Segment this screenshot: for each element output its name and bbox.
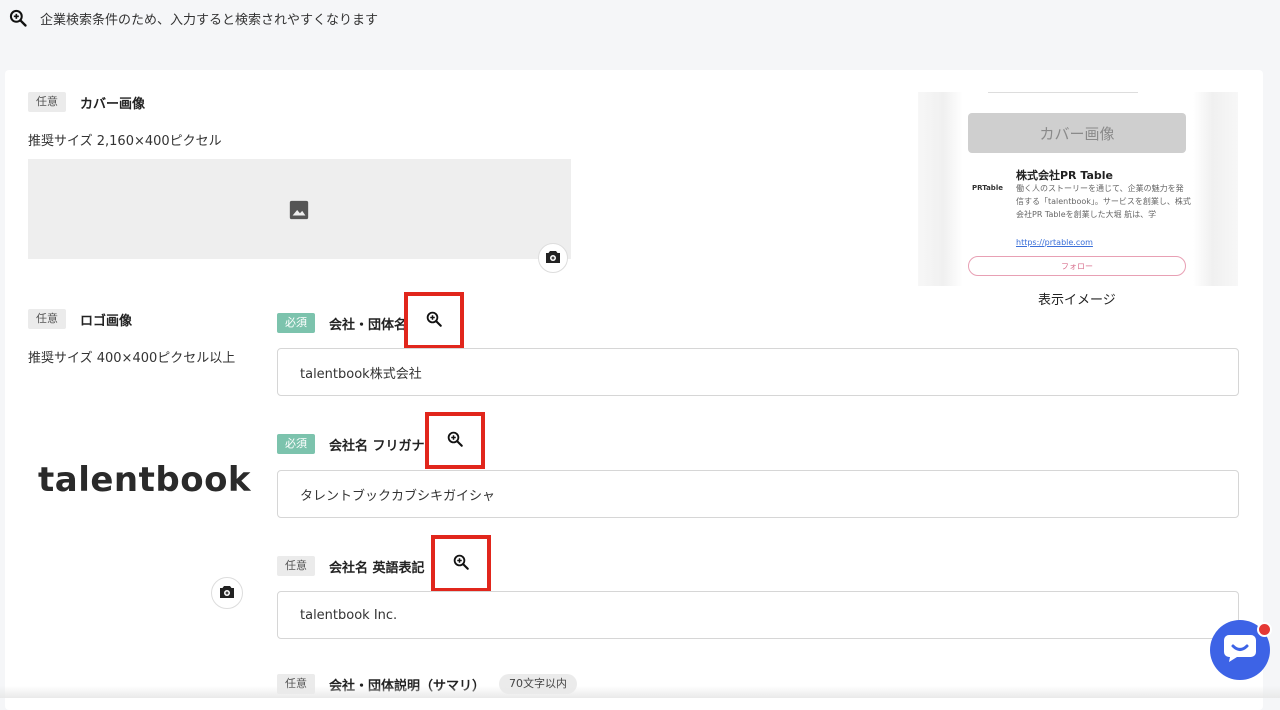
logo-size-hint: 推奨サイズ 400×400ピクセル以上 xyxy=(28,351,236,366)
zoom-in-icon xyxy=(8,8,28,28)
search-hint-highlight[interactable] xyxy=(431,535,491,592)
preview-caption: 表示イメージ xyxy=(1038,293,1116,308)
optional-badge: 任意 xyxy=(28,309,66,329)
logo-upload-button[interactable] xyxy=(211,577,243,609)
optional-badge: 任意 xyxy=(28,92,66,112)
preview-company-name: 株式会社PR Table xyxy=(1016,169,1113,182)
preview-url: https://prtable.com xyxy=(1016,238,1093,247)
search-hint-highlight[interactable] xyxy=(425,412,485,469)
chat-bubble-icon xyxy=(1223,633,1257,667)
profile-preview: カバー画像 株式会社PR Table PRTable 働く人のストーリーを通じて… xyxy=(918,92,1238,286)
notice-text: 企業検索条件のため、入力すると検索されやすくなります xyxy=(40,12,379,28)
preview-follow-button: フォロー xyxy=(968,256,1186,276)
required-badge: 必須 xyxy=(277,313,315,333)
camera-icon xyxy=(545,249,561,268)
cover-size-hint: 推奨サイズ 2,160×400ピクセル xyxy=(28,134,222,149)
logo-title: ロゴ画像 xyxy=(80,313,133,329)
search-notice: 企業検索条件のため、入力すると検索されやすくなります xyxy=(8,8,378,28)
logo-header: 任意 ロゴ画像 xyxy=(28,309,132,329)
field-label: 会社・団体名 xyxy=(329,317,408,333)
preview-cover: カバー画像 xyxy=(968,113,1186,153)
cover-title: カバー画像 xyxy=(80,96,146,112)
zoom-in-icon xyxy=(452,553,470,575)
field-label: 会社名 フリガナ xyxy=(329,438,425,454)
optional-badge: 任意 xyxy=(277,556,315,576)
preview-description: 働く人のストーリーを通じて、企業の魅力を発信する「talentbook」。サービ… xyxy=(1016,184,1191,219)
field-company-kana-header: 必須 会社名 フリガナ xyxy=(277,434,425,454)
preview-logo: PRTable xyxy=(972,184,1003,192)
company-english-input[interactable]: talentbook Inc. xyxy=(277,591,1239,639)
cover-upload-button[interactable] xyxy=(538,243,568,273)
field-label: 会社名 英語表記 xyxy=(329,560,425,576)
camera-icon xyxy=(219,584,235,603)
required-badge: 必須 xyxy=(277,434,315,454)
search-hint-highlight[interactable] xyxy=(404,292,464,349)
cover-header: 任意 カバー画像 xyxy=(28,92,145,112)
field-company-english-header: 任意 会社名 英語表記 xyxy=(277,556,425,576)
zoom-in-icon xyxy=(446,430,464,452)
company-logo: talentbook xyxy=(38,460,252,500)
image-icon xyxy=(288,199,310,225)
field-company-name-header: 必須 会社・団体名 xyxy=(277,313,407,333)
bottom-fade xyxy=(0,686,1280,698)
cover-image-area[interactable] xyxy=(28,159,571,259)
company-kana-input[interactable]: タレントブックカブシキガイシャ xyxy=(277,470,1239,518)
company-name-input[interactable]: talentbook株式会社 xyxy=(277,348,1239,396)
zoom-in-icon xyxy=(425,310,443,332)
notification-dot xyxy=(1257,622,1272,637)
